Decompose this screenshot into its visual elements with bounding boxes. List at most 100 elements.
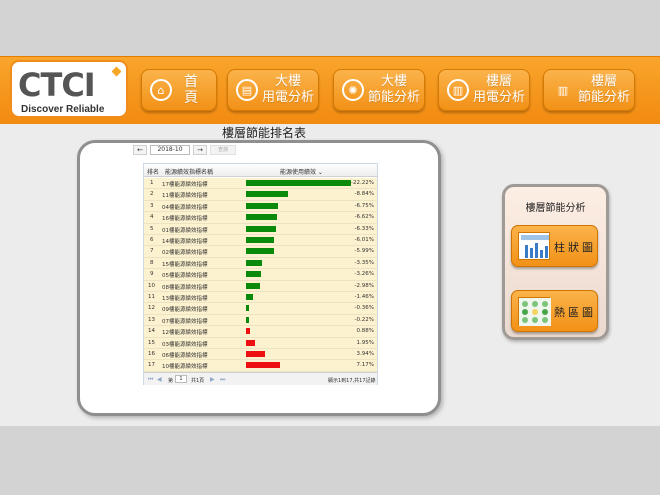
row-rank: 10 bbox=[148, 282, 155, 289]
table-row[interactable]: 8 15樓能源績效指標 -3.35% bbox=[144, 257, 377, 270]
first-page-icon[interactable]: ⏮ bbox=[148, 376, 153, 384]
table-row[interactable]: 16 06樓能源績效指標 3.94% bbox=[144, 349, 377, 361]
record-summary: 顯示1到17,共17記錄 bbox=[328, 378, 376, 384]
monitor-chart-icon: ▤ bbox=[236, 79, 258, 101]
row-rank: 2 bbox=[150, 191, 154, 198]
prev-page-icon[interactable]: ◀ bbox=[157, 376, 162, 383]
row-indicator-name: 17樓能源績效指標 bbox=[162, 182, 208, 188]
date-field[interactable]: 2018-10 bbox=[150, 144, 190, 155]
query-button[interactable]: 查詢 bbox=[210, 144, 236, 155]
page-label: 第 bbox=[168, 378, 174, 384]
performance-bar bbox=[246, 328, 251, 335]
bar-chart-icon bbox=[518, 232, 550, 260]
bar-chart-button[interactable]: 柱狀圖 bbox=[511, 225, 598, 267]
page-title: 樓層節能排名表 bbox=[221, 126, 306, 140]
nav-building-saving-line2: 節能分析 bbox=[367, 90, 420, 105]
row-performance-value: -3.26% bbox=[354, 271, 374, 278]
row-rank: 9 bbox=[150, 271, 154, 278]
row-indicator-name: 02樓能源績效指標 bbox=[162, 250, 208, 257]
performance-bar bbox=[246, 282, 261, 289]
row-performance-value: 7.17% bbox=[356, 362, 374, 369]
row-indicator-name: 03樓能源績效指標 bbox=[162, 341, 208, 348]
table-row[interactable]: 1 17樓能源績效指標 -22.22% bbox=[144, 178, 377, 190]
row-rank: 15 bbox=[148, 339, 155, 346]
row-rank: 14 bbox=[148, 328, 155, 335]
row-rank: 3 bbox=[150, 202, 154, 209]
row-performance-value: -6.01% bbox=[354, 237, 374, 243]
table-row[interactable]: 3 04樓能源績效指標 -6.75% bbox=[144, 200, 377, 213]
row-indicator-name: 13樓能源績效指標 bbox=[162, 296, 208, 302]
last-page-icon[interactable]: ⏭ bbox=[220, 376, 225, 384]
table-row[interactable]: 7 02樓能源績效指標 -5.99% bbox=[144, 246, 377, 258]
table-row[interactable]: 15 03樓能源績效指標 1.95% bbox=[144, 337, 377, 349]
nav-floor-power-button[interactable]: ▥ 樓層 用電分析 bbox=[438, 69, 530, 111]
table-row[interactable]: 9 05樓能源績效指標 -3.26% bbox=[144, 269, 377, 281]
row-indicator-name: 09樓能源績效指標 bbox=[162, 307, 208, 314]
header-rank[interactable]: 排名 bbox=[147, 167, 159, 176]
page-number-input[interactable]: 1 bbox=[175, 375, 187, 383]
nav-floor-saving-button[interactable]: ▥ 樓層 節能分析 bbox=[543, 69, 635, 111]
nav-floor-power-line1: 樓層 bbox=[485, 74, 512, 89]
nav-building-power-line2: 用電分析 bbox=[261, 90, 314, 105]
row-performance-value: -6.75% bbox=[354, 202, 374, 209]
next-month-button[interactable]: → bbox=[193, 144, 207, 155]
nav-building-power-button[interactable]: ▤ 大樓 用電分析 bbox=[227, 69, 319, 111]
header-name[interactable]: 能源績效指標名稱 bbox=[165, 167, 213, 176]
row-rank: 1 bbox=[150, 180, 154, 186]
performance-bar bbox=[246, 225, 276, 232]
performance-bar bbox=[246, 214, 278, 221]
next-page-icon[interactable]: ▶ bbox=[210, 376, 215, 383]
row-performance-value: -22.22% bbox=[351, 180, 374, 186]
nav-floor-saving-line2: 節能分析 bbox=[577, 90, 630, 105]
performance-bar bbox=[246, 316, 249, 323]
heatmap-label: 熱區圖 bbox=[554, 306, 596, 319]
row-indicator-name: 12樓能源績效指標 bbox=[162, 330, 208, 337]
table-row[interactable]: 11 13樓能源績效指標 -1.46% bbox=[144, 292, 377, 304]
table-row[interactable]: 4 16樓能源績效指標 -6.62% bbox=[144, 212, 377, 224]
row-indicator-name: 16樓能源績效指標 bbox=[162, 216, 208, 223]
home-icon: ⌂ bbox=[150, 79, 172, 101]
date-navigator: ← 2018-10 → 查詢 bbox=[133, 144, 236, 155]
row-rank: 8 bbox=[150, 259, 154, 266]
row-performance-value: -6.33% bbox=[354, 225, 374, 232]
heatmap-button[interactable]: 熱區圖 bbox=[511, 290, 598, 332]
row-indicator-name: 08樓能源績效指標 bbox=[162, 284, 208, 291]
table-row[interactable]: 13 07樓能源績效指標 -0.22% bbox=[144, 314, 377, 327]
row-performance-value: 0.88% bbox=[356, 328, 374, 335]
performance-bar bbox=[246, 259, 262, 266]
row-performance-value: -0.36% bbox=[354, 305, 374, 312]
row-performance-value: -6.62% bbox=[354, 214, 374, 221]
table-row[interactable]: 17 10樓能源績效指標 7.17% bbox=[144, 360, 377, 372]
performance-bar bbox=[246, 271, 262, 278]
row-indicator-name: 06樓能源績效指標 bbox=[162, 353, 208, 359]
table-row[interactable]: 5 01樓能源績效指標 -6.33% bbox=[144, 223, 377, 235]
table-row[interactable]: 14 12樓能源績效指標 0.88% bbox=[144, 326, 377, 338]
row-rank: 12 bbox=[148, 305, 155, 312]
nav-building-saving-line1: 大樓 bbox=[380, 74, 407, 89]
row-rank: 17 bbox=[148, 362, 155, 369]
table-row[interactable]: 2 11樓能源績效指標 -8.84% bbox=[144, 189, 377, 201]
prev-month-button[interactable]: ← bbox=[133, 144, 147, 155]
row-performance-value: 1.95% bbox=[356, 339, 374, 346]
row-indicator-name: 14樓能源績效指標 bbox=[162, 239, 208, 245]
row-performance-value: -1.46% bbox=[354, 294, 374, 300]
heatmap-icon bbox=[518, 297, 551, 326]
table-row[interactable]: 10 08樓能源績效指標 -2.98% bbox=[144, 280, 377, 292]
row-indicator-name: 04樓能源績效指標 bbox=[162, 204, 208, 211]
bar-chart-label: 柱狀圖 bbox=[554, 241, 596, 254]
logo-main-text: CTCI bbox=[18, 66, 96, 104]
header-performance[interactable]: 能源使用績效 ⌄ bbox=[280, 167, 323, 176]
performance-bar bbox=[246, 339, 256, 346]
table-row[interactable]: 12 09樓能源績效指標 -0.36% bbox=[144, 303, 377, 315]
lightbulb-icon: ✺ bbox=[342, 79, 364, 101]
row-performance-value: -5.99% bbox=[354, 248, 374, 255]
performance-bar bbox=[246, 202, 278, 209]
nav-home-button[interactable]: ⌂ 首 頁 bbox=[141, 69, 217, 111]
row-rank: 5 bbox=[150, 225, 154, 232]
performance-bar bbox=[246, 294, 253, 300]
nav-building-saving-button[interactable]: ✺ 大樓 節能分析 bbox=[333, 69, 425, 111]
performance-bar bbox=[246, 351, 265, 357]
table-row[interactable]: 6 14樓能源績效指標 -6.01% bbox=[144, 235, 377, 247]
performance-bar bbox=[246, 180, 351, 186]
row-indicator-name: 10樓能源績效指標 bbox=[162, 364, 208, 371]
